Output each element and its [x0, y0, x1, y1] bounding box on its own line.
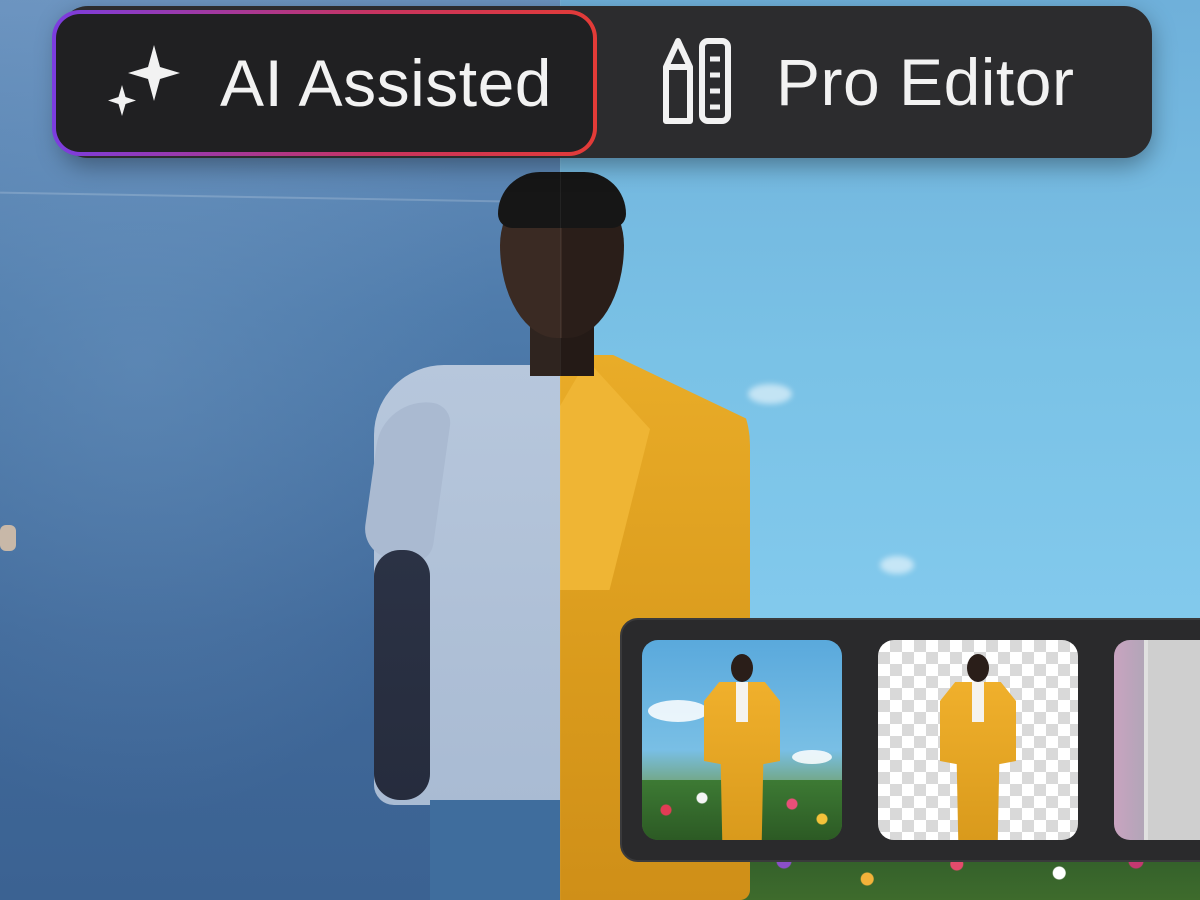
- flower-field-thumbnail[interactable]: [642, 640, 842, 840]
- cloud: [648, 700, 708, 722]
- hair: [498, 172, 626, 228]
- editor-mode-toggle: AI Assisted Pro Editor: [56, 6, 1152, 158]
- dress-shirt: [736, 682, 748, 722]
- result-thumbnails-strip: [620, 618, 1200, 862]
- sparkles-icon: [108, 45, 180, 116]
- dress-shirt: [972, 682, 984, 722]
- person-subject: [940, 654, 1016, 840]
- transparent-background-thumbnail[interactable]: [878, 640, 1078, 840]
- ai-assisted-label: AI Assisted: [220, 46, 552, 120]
- ai-assisted-button[interactable]: AI Assisted: [52, 10, 597, 156]
- head: [967, 654, 989, 682]
- concrete-scene-thumbnail[interactable]: [1114, 640, 1200, 840]
- person-subject: [704, 654, 780, 840]
- jeans: [430, 800, 560, 900]
- cloud: [792, 750, 832, 764]
- wall-chip: [0, 525, 16, 551]
- pencil-ruler-icon: [663, 38, 731, 124]
- concrete-pillar: [1144, 640, 1200, 840]
- pro-editor-label: Pro Editor: [776, 45, 1075, 119]
- arm: [374, 550, 430, 800]
- pro-editor-button[interactable]: Pro Editor: [660, 6, 1150, 158]
- cloud: [880, 556, 914, 574]
- head: [731, 654, 753, 682]
